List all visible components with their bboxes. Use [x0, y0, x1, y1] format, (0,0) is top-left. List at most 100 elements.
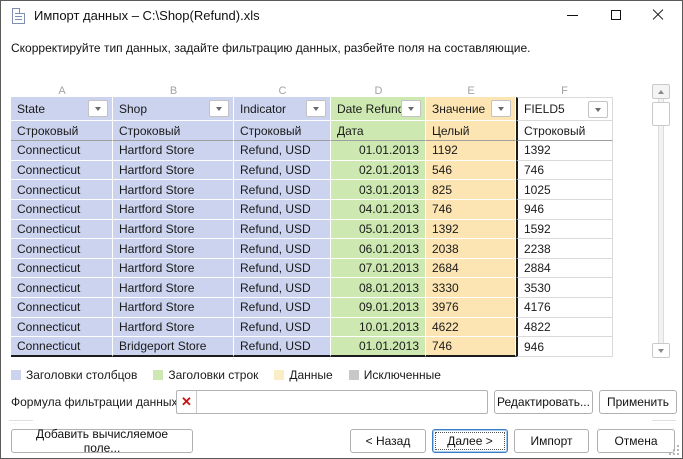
cell-indicator: Refund, USD — [234, 141, 331, 161]
import-button[interactable]: Импорт — [514, 429, 589, 453]
dropdown-button[interactable] — [306, 100, 326, 117]
divider-left — [9, 420, 33, 424]
column-letter: D — [331, 84, 426, 97]
table-row: ConnecticutHartford StoreRefund, USD03.0… — [11, 180, 613, 200]
cancel-button[interactable]: Отмена — [597, 429, 675, 453]
cell-shop: Hartford Store — [113, 141, 234, 161]
scroll-down-button[interactable] — [652, 343, 670, 358]
add-calculated-field-button[interactable]: Добавить вычисляемое поле... — [11, 429, 193, 453]
minimize-button[interactable] — [550, 1, 594, 29]
column-header-field5[interactable]: FIELD5 — [516, 97, 613, 121]
cell-значение: 825 — [426, 180, 516, 200]
cell-indicator: Refund, USD — [234, 259, 331, 279]
data-swatch — [274, 370, 284, 380]
minimize-icon — [567, 15, 578, 16]
filter-formula-field: ✕ — [176, 390, 488, 414]
header-label: Indicator — [240, 102, 286, 116]
column-type[interactable]: Дата — [331, 121, 426, 141]
filter-formula-input[interactable] — [197, 391, 487, 413]
cell-state: Connecticut — [11, 141, 113, 161]
excluded-swatch — [349, 370, 359, 380]
chevron-down-icon — [95, 107, 101, 111]
vertical-scrollbar[interactable] — [652, 84, 670, 358]
table-row: ConnecticutHartford StoreRefund, USD01.0… — [11, 141, 613, 161]
header-label: Date Refund — [337, 102, 404, 116]
column-header-indicator[interactable]: Indicator — [234, 97, 331, 121]
next-button[interactable]: Далее > — [432, 429, 508, 453]
document-icon — [12, 8, 25, 24]
legend-label: Заголовки строк — [168, 368, 258, 382]
cell-state: Connecticut — [11, 337, 113, 357]
column-header-shop[interactable]: Shop — [113, 97, 234, 121]
column-type[interactable]: Строковый — [113, 121, 234, 141]
legend-label: Исключенные — [364, 368, 441, 382]
legend-label: Заголовки столбцов — [26, 368, 137, 382]
cell-значение: 746 — [426, 337, 516, 357]
scrollbar-thumb[interactable] — [652, 102, 670, 126]
row-headers-swatch — [153, 370, 163, 380]
maximize-button[interactable] — [594, 1, 638, 29]
cell-field5: 946 — [516, 337, 613, 357]
cell-shop: Bridgeport Store — [113, 337, 234, 357]
import-data-dialog: Импорт данных – C:\Shop(Refund).xls Скор… — [0, 0, 683, 459]
column-type[interactable]: Целый — [426, 121, 516, 141]
column-letters-row: A B C D E F — [11, 84, 613, 97]
cell-state: Connecticut — [11, 318, 113, 338]
column-header-date-refund[interactable]: Date Refund — [331, 97, 426, 121]
cell-shop: Hartford Store — [113, 220, 234, 240]
cell-shop: Hartford Store — [113, 259, 234, 279]
dropdown-button[interactable] — [88, 100, 108, 117]
close-button[interactable] — [636, 1, 680, 29]
chevron-down-icon — [216, 107, 222, 111]
legend-label: Данные — [289, 368, 332, 382]
dropdown-button[interactable] — [401, 100, 421, 117]
column-headers-swatch — [11, 370, 21, 380]
cell-значение: 1392 — [426, 220, 516, 240]
table-row: ConnecticutBridgeport StoreRefund, USD01… — [11, 337, 613, 357]
resize-grip[interactable] — [667, 443, 679, 455]
cell-indicator: Refund, USD — [234, 318, 331, 338]
apply-filter-button[interactable]: Применить — [599, 390, 677, 414]
legend-item-data: Данные — [274, 368, 332, 382]
cell-field5: 1392 — [516, 141, 613, 161]
cell-shop: Hartford Store — [113, 318, 234, 338]
scrollbar-track[interactable] — [658, 86, 664, 356]
edit-filter-button[interactable]: Редактировать... — [494, 390, 593, 414]
cell-date-refund: 04.01.2013 — [331, 200, 426, 220]
cell-shop: Hartford Store — [113, 180, 234, 200]
cell-state: Connecticut — [11, 278, 113, 298]
cell-field5: 2238 — [516, 239, 613, 259]
instruction-text: Скорректируйте тип данных, задайте фильт… — [11, 41, 530, 55]
table-row: ConnecticutHartford StoreRefund, USD04.0… — [11, 200, 613, 220]
column-header-znachenie[interactable]: Значение — [426, 97, 516, 121]
cell-indicator: Refund, USD — [234, 161, 331, 181]
chevron-down-icon — [408, 107, 414, 111]
cell-date-refund: 02.01.2013 — [331, 161, 426, 181]
back-button[interactable]: < Назад — [350, 429, 426, 453]
cell-date-refund: 09.01.2013 — [331, 298, 426, 318]
cell-state: Connecticut — [11, 220, 113, 240]
column-type[interactable]: Строковый — [516, 121, 613, 141]
cell-значение: 1192 — [426, 141, 516, 161]
cell-date-refund: 10.01.2013 — [331, 318, 426, 338]
column-type[interactable]: Строковый — [234, 121, 331, 141]
table-row: ConnecticutHartford StoreRefund, USD08.0… — [11, 278, 613, 298]
dropdown-button[interactable] — [491, 100, 511, 117]
maximize-icon — [611, 10, 621, 20]
cell-date-refund: 03.01.2013 — [331, 180, 426, 200]
header-label: FIELD5 — [524, 102, 565, 116]
cell-state: Connecticut — [11, 200, 113, 220]
scroll-up-button[interactable] — [652, 84, 670, 99]
dropdown-button[interactable] — [588, 101, 608, 118]
cell-значение: 746 — [426, 200, 516, 220]
window-title: Импорт данных – C:\Shop(Refund).xls — [34, 8, 260, 23]
header-label: State — [17, 102, 45, 116]
clear-filter-icon[interactable]: ✕ — [177, 391, 197, 413]
cell-date-refund: 06.01.2013 — [331, 239, 426, 259]
dropdown-button[interactable] — [209, 100, 229, 117]
column-header-state[interactable]: State — [11, 97, 113, 121]
column-letter: B — [113, 84, 234, 97]
column-type[interactable]: Строковый — [11, 121, 113, 141]
column-letter: A — [11, 84, 113, 97]
type-row: Строковый Строковый Строковый Дата Целый… — [11, 121, 613, 141]
